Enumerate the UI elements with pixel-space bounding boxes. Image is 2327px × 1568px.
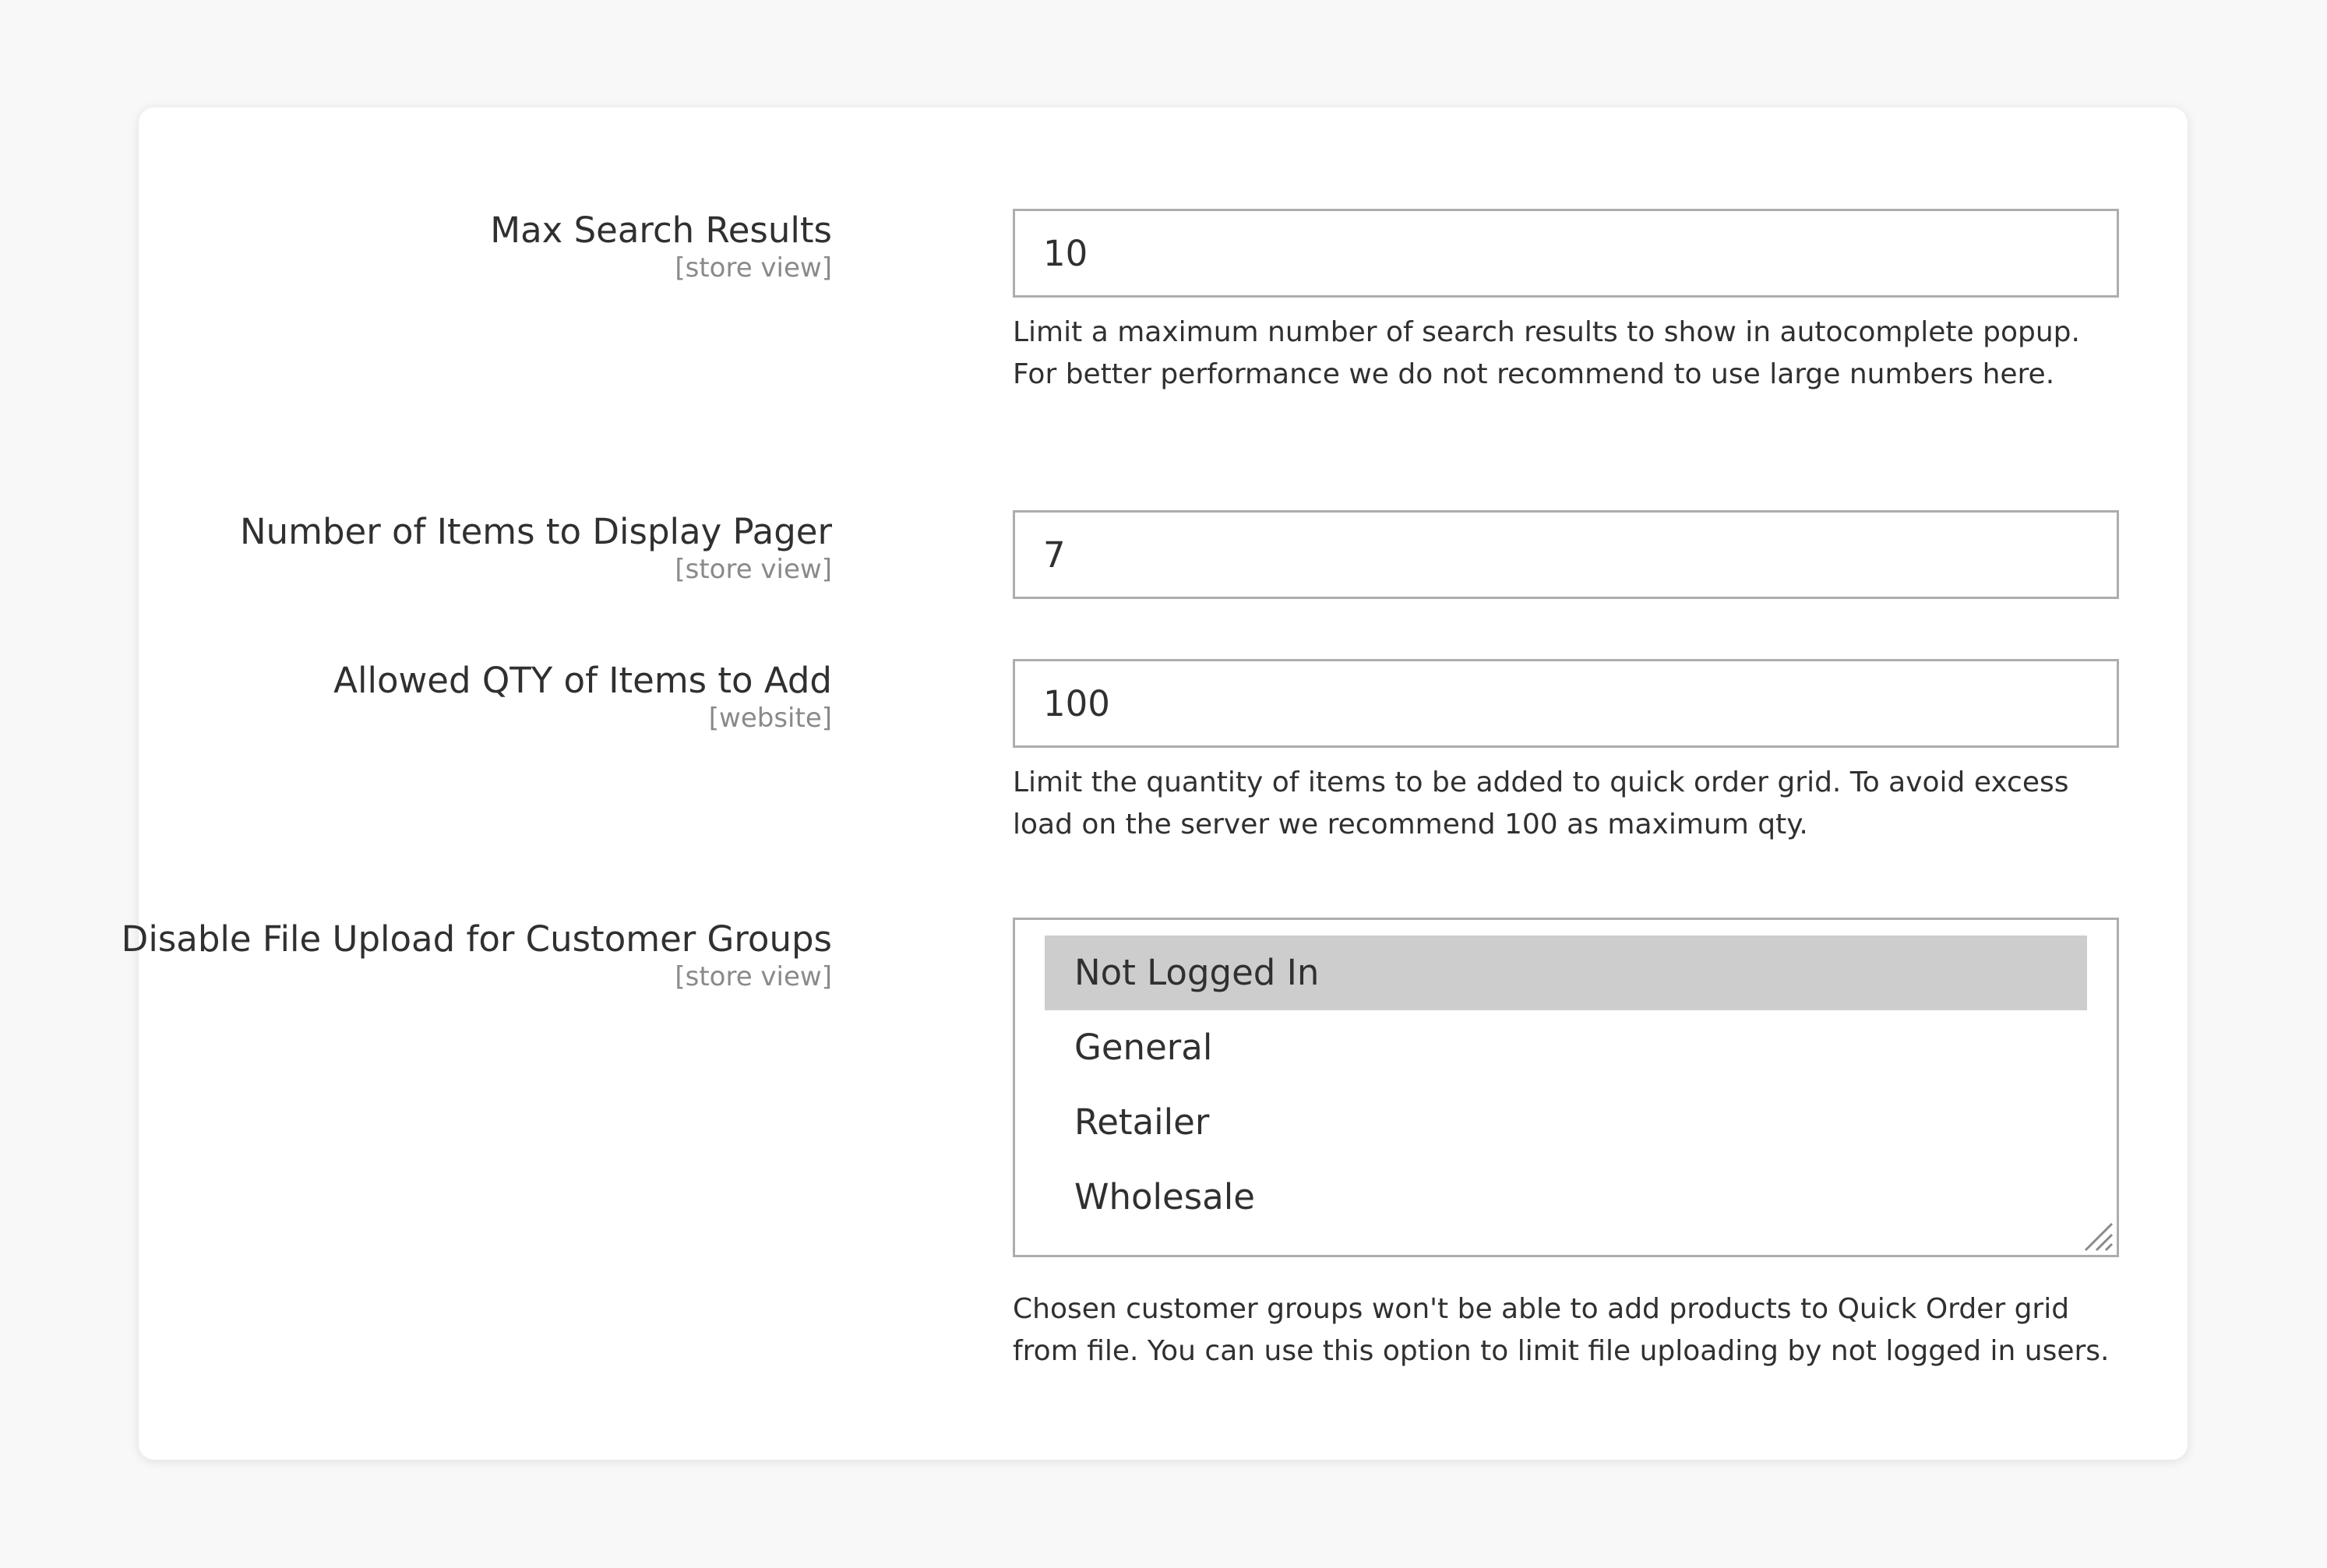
scope-badge: [store view] — [675, 961, 832, 992]
scope-badge: [website] — [708, 703, 832, 734]
customer-group-option[interactable]: General — [1045, 1010, 2087, 1085]
allowed-qty-note: Limit the quantity of items to be added … — [1013, 766, 2069, 840]
field-title: Disable File Upload for Customer Groups — [121, 918, 832, 960]
allowed-qty-label: Allowed QTY of Items to Add [website] — [333, 659, 832, 734]
field-title: Number of Items to Display Pager — [239, 511, 832, 552]
config-panel: Max Search Results [store view] Limit a … — [122, 107, 2188, 1460]
allowed-qty-input[interactable] — [1013, 659, 2119, 748]
max-search-results-note: Limit a maximum number of search results… — [1013, 316, 2080, 390]
resize-handle-icon[interactable] — [2079, 1217, 2114, 1252]
pager-items-label: Number of Items to Display Pager [store … — [240, 510, 832, 585]
customer-groups-multiselect[interactable]: Not Logged In General Retailer Wholesale — [1013, 918, 2119, 1257]
max-search-results-input[interactable] — [1013, 209, 2119, 298]
customer-group-option[interactable]: Not Logged In — [1045, 936, 2087, 1010]
max-search-results-field: Limit a maximum number of search results… — [1013, 209, 2119, 396]
field-title: Allowed QTY of Items to Add — [333, 660, 832, 701]
pager-items-field — [1013, 510, 2119, 599]
pager-items-input[interactable] — [1013, 510, 2119, 599]
disable-upload-note: Chosen customer groups won't be able to … — [1013, 1293, 2110, 1367]
disable-upload-label: Disable File Upload for Customer Groups … — [122, 918, 832, 992]
max-search-results-label: Max Search Results [store view] — [490, 209, 832, 284]
scope-badge: [store view] — [675, 554, 832, 585]
scope-badge: [store view] — [675, 252, 832, 284]
disable-upload-field: Not Logged In General Retailer Wholesale… — [1013, 918, 2119, 1372]
customer-group-option[interactable]: Wholesale — [1045, 1160, 2087, 1235]
customer-group-option[interactable]: Retailer — [1045, 1085, 2087, 1160]
allowed-qty-field: Limit the quantity of items to be added … — [1013, 659, 2119, 846]
field-title: Max Search Results — [490, 210, 832, 251]
